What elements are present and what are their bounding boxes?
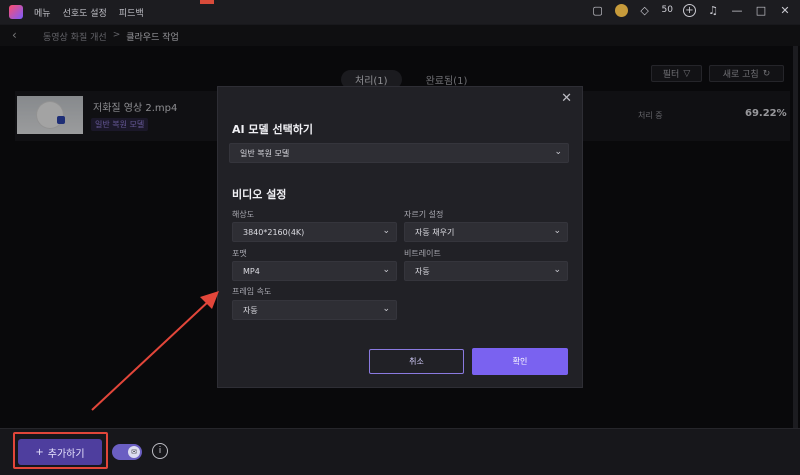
title-bar: 메뉴 선호도 설정 피드백 ▢ ◇ 50 + ♫ — □ ✕ [0,0,800,24]
crop-value: 자동 채우기 [415,227,455,237]
menu-item-feedback[interactable]: 피드백 [119,6,144,19]
annotation-highlight-box [13,432,108,469]
crop-label: 자르기 설정 [404,210,444,219]
bitrate-value: 자동 [415,266,430,276]
titlebar-right: ▢ ◇ 50 + ♫ — □ ✕ [591,3,792,17]
chevron-down-icon: ⌄ [382,265,390,275]
close-window-icon[interactable]: ✕ [778,3,792,17]
notification-bell-icon[interactable]: ♫ [706,3,720,17]
add-credits-icon[interactable]: + [683,3,696,17]
format-label: 포맷 [232,249,247,258]
confirm-button[interactable]: 확인 [472,348,568,375]
cancel-button[interactable]: 취소 [369,349,464,374]
framerate-select[interactable]: 자동 ⌄ [232,300,397,320]
app-logo [9,5,23,19]
settings-dialog: ✕ AI 모델 선택하기 일반 복원 모델 ⌄ 비디오 설정 해상도 3840*… [217,86,583,388]
top-menu: 메뉴 선호도 설정 피드백 [34,6,144,19]
resolution-value: 3840*2160(4K) [243,227,305,237]
menu-item-menu[interactable]: 메뉴 [34,6,51,19]
decorative-strip [200,0,214,4]
chevron-down-icon: ⌄ [554,147,562,157]
crop-select[interactable]: 자동 채우기 ⌄ [404,222,568,242]
chevron-down-icon: ⌄ [382,304,390,314]
credits-count: 50 [661,5,673,15]
mail-notify-toggle[interactable]: ✉ [112,444,142,460]
ai-model-select[interactable]: 일반 복원 모델 ⌄ [229,143,569,163]
format-select[interactable]: MP4 ⌄ [232,261,397,281]
ai-model-value: 일반 복원 모델 [240,148,290,158]
avatar[interactable] [614,3,628,17]
resolution-select[interactable]: 3840*2160(4K) ⌄ [232,222,397,242]
framerate-value: 자동 [243,305,258,315]
maximize-icon[interactable]: □ [754,3,768,17]
chevron-down-icon: ⌄ [553,265,561,275]
resolution-label: 해상도 [232,210,255,219]
menu-item-preferences[interactable]: 선호도 설정 [63,6,107,19]
bitrate-select[interactable]: 자동 ⌄ [404,261,568,281]
minimize-icon[interactable]: — [730,3,744,17]
chevron-down-icon: ⌄ [553,226,561,236]
info-icon[interactable]: i [152,443,168,459]
close-icon[interactable]: ✕ [561,91,572,106]
chevron-down-icon: ⌄ [382,226,390,236]
format-value: MP4 [243,266,260,276]
confirm-label: 확인 [512,357,528,366]
chat-icon[interactable]: ▢ [591,3,605,17]
video-settings-section-title: 비디오 설정 [232,188,287,201]
bottom-bar: + 추가하기 ✉ i [0,428,800,475]
cancel-label: 취소 [409,357,424,366]
bitrate-label: 비트레이트 [404,249,441,258]
diamond-icon: ◇ [640,3,649,17]
ai-model-section-title: AI 모델 선택하기 [232,123,313,136]
framerate-label: 프레임 속도 [232,287,272,296]
mail-icon: ✉ [128,446,140,458]
